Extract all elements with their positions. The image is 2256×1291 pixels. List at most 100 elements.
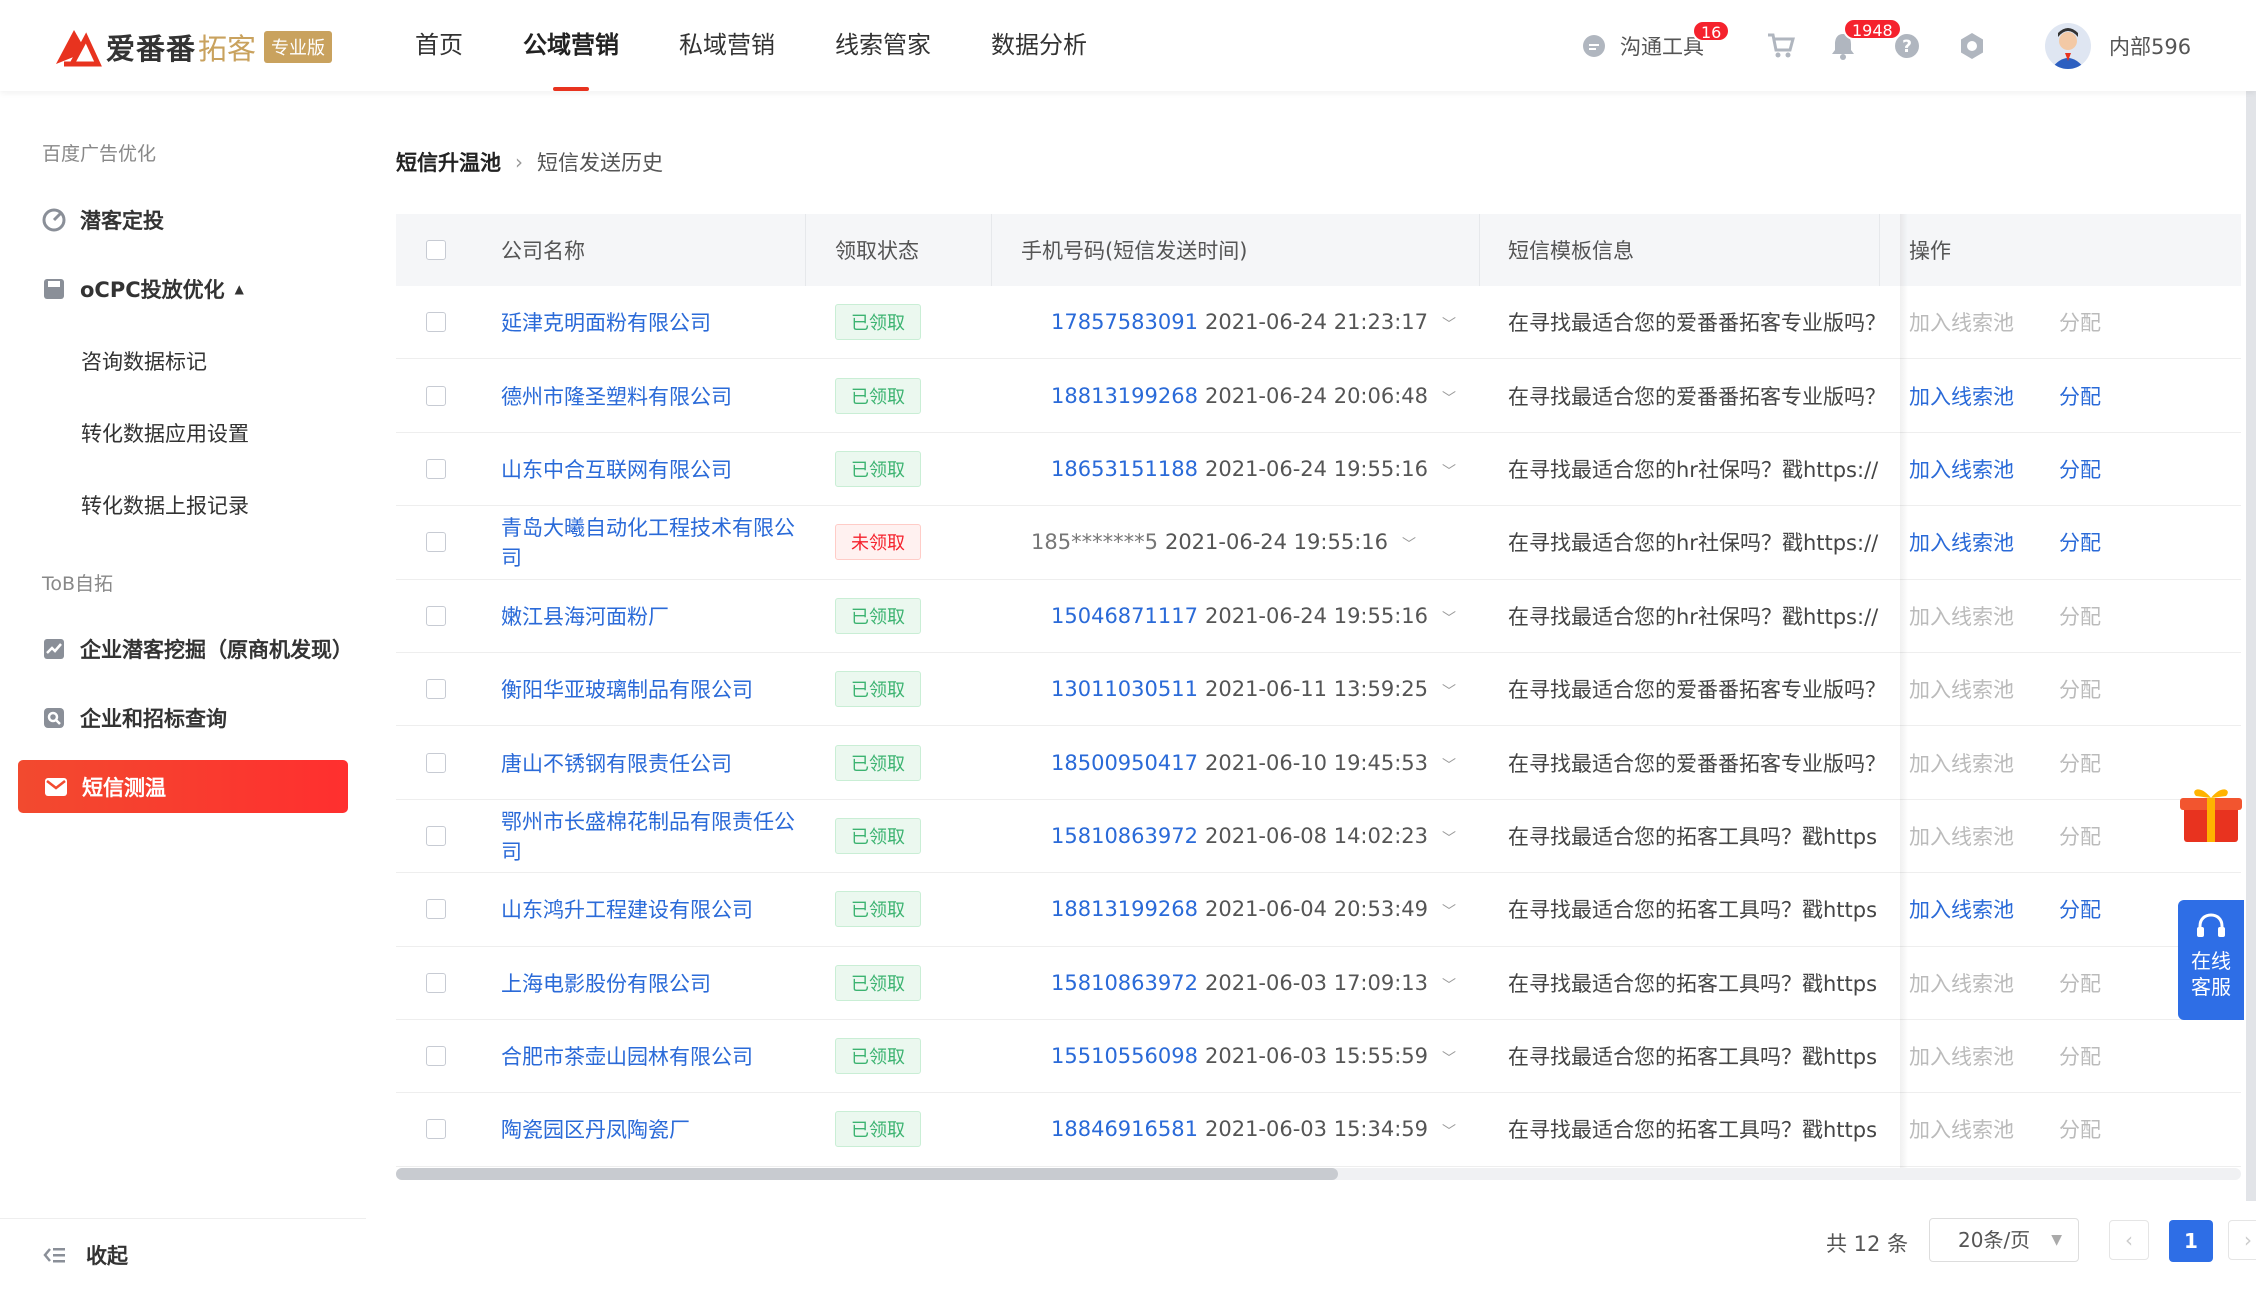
page-size-select[interactable]: 20条/页 ▼ [1929, 1218, 2079, 1262]
sidebar-sub-consult-mark[interactable]: 咨询数据标记 [81, 346, 207, 376]
scrollbar-thumb[interactable] [2246, 91, 2256, 1201]
phone-number[interactable]: 17857583091 [1021, 310, 1198, 334]
phone-number[interactable]: 18500950417 [1021, 751, 1198, 775]
row-checkbox[interactable] [426, 1046, 446, 1067]
online-service-button[interactable]: 在线 客服 [2178, 900, 2244, 1020]
chevron-down-icon[interactable]: ﹀ [1402, 537, 1416, 553]
company-link[interactable]: 延津克明面粉有限公司 [501, 311, 711, 335]
company-link[interactable]: 唐山不锈钢有限责任公司 [501, 752, 732, 776]
chevron-down-icon[interactable]: ﹀ [1442, 317, 1456, 333]
cart-button[interactable] [1766, 0, 1796, 91]
assign-button[interactable]: 分配 [2059, 894, 2101, 924]
assign-button[interactable]: 分配 [2059, 968, 2101, 998]
assign-button[interactable]: 分配 [2059, 1041, 2101, 1071]
phone-number[interactable]: 13011030511 [1021, 677, 1198, 701]
select-all-checkbox[interactable] [426, 240, 446, 260]
company-link[interactable]: 合肥市茶壶山园林有限公司 [501, 1045, 753, 1069]
chevron-down-icon[interactable]: ﹀ [1442, 904, 1456, 920]
chevron-down-icon[interactable]: ﹀ [1442, 758, 1456, 774]
sidebar-collapse[interactable]: 收起 [0, 1218, 366, 1291]
horizontal-scrollbar[interactable] [396, 1168, 2241, 1180]
company-link[interactable]: 山东鸿升工程建设有限公司 [501, 898, 753, 922]
chevron-down-icon[interactable]: ﹀ [1442, 831, 1456, 847]
row-checkbox[interactable] [426, 605, 446, 626]
chevron-down-icon[interactable]: ﹀ [1442, 391, 1456, 407]
phone-number[interactable]: 18846916581 [1021, 1117, 1198, 1141]
sidebar-sub-conversion-setting[interactable]: 转化数据应用设置 [81, 418, 249, 448]
assign-button[interactable]: 分配 [2059, 381, 2101, 411]
next-page-button[interactable]: › [2228, 1220, 2256, 1260]
nav-data-analysis[interactable]: 数据分析 [991, 0, 1087, 91]
assign-button[interactable]: 分配 [2059, 307, 2101, 337]
company-link[interactable]: 鄂州市长盛棉花制品有限责任公司 [501, 810, 795, 864]
chevron-down-icon[interactable]: ﹀ [1442, 978, 1456, 994]
scrollbar-thumb[interactable] [396, 1168, 1338, 1180]
company-link[interactable]: 陶瓷园区丹凤陶瓷厂 [501, 1118, 690, 1142]
user-menu[interactable]: 内部596 [2045, 0, 2191, 91]
nav-lead-manager[interactable]: 线索管家 [835, 0, 931, 91]
phone-number[interactable]: 15510556098 [1021, 1044, 1198, 1068]
row-checkbox[interactable] [426, 679, 446, 700]
phone-number[interactable]: 18813199268 [1021, 384, 1198, 408]
row-checkbox[interactable] [426, 312, 446, 333]
help-button[interactable]: ? [1894, 0, 1920, 91]
assign-button[interactable]: 分配 [2059, 601, 2101, 631]
phone-number[interactable]: 18813199268 [1021, 897, 1198, 921]
chevron-down-icon[interactable]: ﹀ [1442, 464, 1456, 480]
chevron-down-icon[interactable]: ﹀ [1442, 684, 1456, 700]
nav-public-marketing[interactable]: 公域营销 [523, 0, 619, 91]
sidebar-item-ocpc[interactable]: oCPC投放优化 ▲ [42, 269, 244, 309]
add-to-lead-pool-button[interactable]: 加入线索池 [1909, 601, 2014, 631]
nav-home[interactable]: 首页 [415, 0, 463, 91]
row-checkbox[interactable] [426, 385, 446, 406]
add-to-lead-pool-button[interactable]: 加入线索池 [1909, 748, 2014, 778]
sidebar-item-mining[interactable]: 企业潜客挖掘（原商机发现） [42, 629, 353, 669]
chevron-down-icon[interactable]: ﹀ [1442, 1124, 1456, 1140]
assign-button[interactable]: 分配 [2059, 527, 2101, 557]
company-link[interactable]: 嫩江县海河面粉厂 [501, 605, 669, 629]
row-checkbox[interactable] [426, 532, 446, 553]
add-to-lead-pool-button[interactable]: 加入线索池 [1909, 381, 2014, 411]
comm-tool[interactable]: 沟通工具 16 [1582, 0, 1731, 91]
add-to-lead-pool-button[interactable]: 加入线索池 [1909, 968, 2014, 998]
phone-number[interactable]: 15810863972 [1021, 824, 1198, 848]
company-link[interactable]: 德州市隆圣塑料有限公司 [501, 385, 732, 409]
row-checkbox[interactable] [426, 752, 446, 773]
phone-number[interactable]: 15046871117 [1021, 604, 1198, 628]
assign-button[interactable]: 分配 [2059, 748, 2101, 778]
sidebar-item-sms[interactable]: 短信测温 [18, 760, 348, 813]
assign-button[interactable]: 分配 [2059, 674, 2101, 704]
add-to-lead-pool-button[interactable]: 加入线索池 [1909, 821, 2014, 851]
company-link[interactable]: 上海电影股份有限公司 [501, 972, 711, 996]
gift-widget[interactable] [2178, 780, 2244, 846]
assign-button[interactable]: 分配 [2059, 1114, 2101, 1144]
assign-button[interactable]: 分配 [2059, 821, 2101, 851]
nav-private-marketing[interactable]: 私域营销 [679, 0, 775, 91]
notification-button[interactable]: 1948 [1830, 0, 1902, 91]
phone-number[interactable]: 18653151188 [1021, 457, 1198, 481]
add-to-lead-pool-button[interactable]: 加入线索池 [1909, 307, 2014, 337]
chevron-down-icon[interactable]: ﹀ [1442, 611, 1456, 627]
row-checkbox[interactable] [426, 1119, 446, 1140]
add-to-lead-pool-button[interactable]: 加入线索池 [1909, 527, 2014, 557]
phone-number[interactable]: 185*******5 [1021, 530, 1158, 554]
sidebar-item-qianke[interactable]: 潜客定投 [42, 200, 164, 240]
company-link[interactable]: 山东中合互联网有限公司 [501, 458, 732, 482]
row-checkbox[interactable] [426, 972, 446, 993]
page-number-button[interactable]: 1 [2169, 1220, 2213, 1262]
row-checkbox[interactable] [426, 825, 446, 846]
breadcrumb-sms-pool[interactable]: 短信升温池 [396, 147, 501, 177]
row-checkbox[interactable] [426, 899, 446, 920]
assign-button[interactable]: 分配 [2059, 454, 2101, 484]
vertical-scrollbar[interactable] [2246, 91, 2256, 1201]
settings-button[interactable] [1958, 0, 1986, 91]
prev-page-button[interactable]: ‹ [2109, 1220, 2149, 1260]
add-to-lead-pool-button[interactable]: 加入线索池 [1909, 454, 2014, 484]
sidebar-item-bid-query[interactable]: 企业和招标查询 [42, 698, 227, 738]
add-to-lead-pool-button[interactable]: 加入线索池 [1909, 1114, 2014, 1144]
brand-logo[interactable]: 爱番番 拓客 专业版 [52, 26, 333, 68]
add-to-lead-pool-button[interactable]: 加入线索池 [1909, 1041, 2014, 1071]
add-to-lead-pool-button[interactable]: 加入线索池 [1909, 894, 2014, 924]
company-link[interactable]: 青岛大曦自动化工程技术有限公司 [501, 516, 795, 570]
chevron-down-icon[interactable]: ﹀ [1442, 1051, 1456, 1067]
